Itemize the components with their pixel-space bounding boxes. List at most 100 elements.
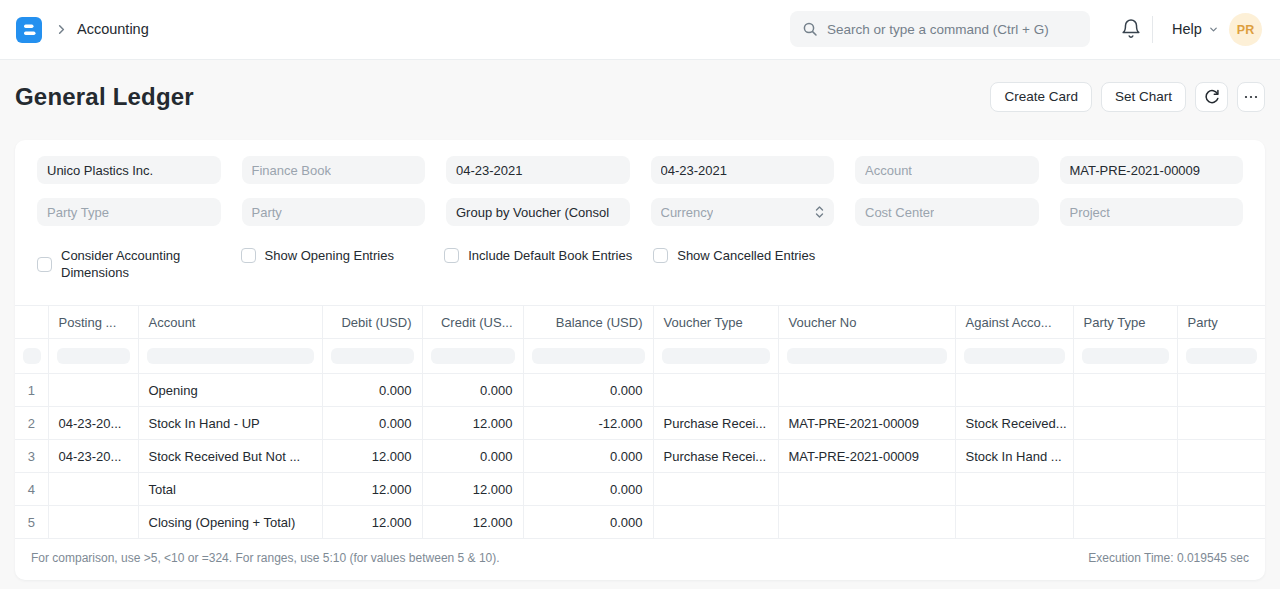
cell-account[interactable]: Total bbox=[138, 473, 322, 506]
col-header-debit[interactable]: Debit (USD) bbox=[322, 306, 422, 339]
column-filter-balance[interactable] bbox=[532, 348, 645, 364]
filter-to-date[interactable]: 04-23-2021 bbox=[651, 156, 835, 184]
cell-balance[interactable]: 0.000 bbox=[523, 374, 653, 407]
cell-party_type[interactable] bbox=[1073, 506, 1177, 539]
notifications-bell-icon[interactable] bbox=[1121, 18, 1141, 40]
cell-account[interactable]: Stock In Hand - UP bbox=[138, 407, 322, 440]
cell-party_type[interactable] bbox=[1073, 440, 1177, 473]
cell-voucher_no[interactable]: MAT-PRE-2021-00009 bbox=[778, 440, 955, 473]
cell-party[interactable] bbox=[1177, 374, 1265, 407]
menu-button[interactable] bbox=[1237, 82, 1265, 112]
cell-party_type[interactable] bbox=[1073, 374, 1177, 407]
column-filter-account[interactable] bbox=[147, 348, 314, 364]
col-header-voucher_no[interactable]: Voucher No bbox=[778, 306, 955, 339]
cell-voucher_type[interactable]: Purchase Recei... bbox=[653, 440, 778, 473]
cell-balance[interactable]: 0.000 bbox=[523, 440, 653, 473]
col-header-against_account[interactable]: Against Acco... bbox=[955, 306, 1073, 339]
cell-against_account[interactable]: Stock Received... bbox=[955, 407, 1073, 440]
filter-voucher-no[interactable]: MAT-PRE-2021-00009 bbox=[1060, 156, 1244, 184]
cell-debit[interactable]: 12.000 bbox=[322, 473, 422, 506]
checkbox-box[interactable] bbox=[241, 248, 256, 263]
cell-account[interactable]: Opening bbox=[138, 374, 322, 407]
cell-balance[interactable]: -12.000 bbox=[523, 407, 653, 440]
filter-group-by[interactable]: Group by Voucher (Consol bbox=[446, 198, 630, 226]
cell-party[interactable] bbox=[1177, 506, 1265, 539]
cell-voucher_type[interactable] bbox=[653, 473, 778, 506]
filter-currency[interactable]: Currency bbox=[651, 198, 835, 226]
refresh-button[interactable] bbox=[1195, 82, 1228, 112]
help-menu[interactable]: Help bbox=[1172, 0, 1219, 58]
cell-against_account[interactable] bbox=[955, 506, 1073, 539]
cell-party_type[interactable] bbox=[1073, 473, 1177, 506]
col-header-posting_date[interactable]: Posting ... bbox=[48, 306, 138, 339]
cell-voucher_type[interactable]: Purchase Recei... bbox=[653, 407, 778, 440]
col-header-balance[interactable]: Balance (USD) bbox=[523, 306, 653, 339]
cell-debit[interactable]: 12.000 bbox=[322, 506, 422, 539]
col-header-party[interactable]: Party bbox=[1177, 306, 1265, 339]
create-card-button[interactable]: Create Card bbox=[990, 82, 1092, 112]
filter-project[interactable]: Project bbox=[1060, 198, 1244, 226]
column-filter-credit[interactable] bbox=[431, 348, 515, 364]
col-header-account[interactable]: Account bbox=[138, 306, 322, 339]
filter-cost-center[interactable]: Cost Center bbox=[855, 198, 1039, 226]
column-filter-against_account[interactable] bbox=[964, 348, 1065, 364]
cell-credit[interactable]: 12.000 bbox=[422, 506, 523, 539]
col-header-credit[interactable]: Credit (US... bbox=[422, 306, 523, 339]
column-filter-debit[interactable] bbox=[331, 348, 414, 364]
set-chart-button[interactable]: Set Chart bbox=[1101, 82, 1186, 112]
cell-voucher_type[interactable] bbox=[653, 374, 778, 407]
column-filter-party[interactable] bbox=[1186, 348, 1258, 364]
checkbox-show-opening-entries[interactable]: Show Opening Entries bbox=[241, 247, 424, 264]
cell-voucher_type[interactable] bbox=[653, 506, 778, 539]
cell-debit[interactable]: 0.000 bbox=[322, 374, 422, 407]
cell-posting_date[interactable] bbox=[48, 506, 138, 539]
app-logo[interactable] bbox=[16, 17, 42, 43]
cell-voucher_no[interactable] bbox=[778, 374, 955, 407]
column-filter-party_type[interactable] bbox=[1082, 348, 1169, 364]
cell-party_type[interactable] bbox=[1073, 407, 1177, 440]
cell-voucher_no[interactable] bbox=[778, 506, 955, 539]
column-filter-index[interactable] bbox=[23, 348, 41, 364]
checkbox-show-cancelled-entries[interactable]: Show Cancelled Entries bbox=[653, 247, 836, 264]
cell-debit[interactable]: 12.000 bbox=[322, 440, 422, 473]
filter-finance-book[interactable]: Finance Book bbox=[242, 156, 426, 184]
cell-debit[interactable]: 0.000 bbox=[322, 407, 422, 440]
cell-party[interactable] bbox=[1177, 440, 1265, 473]
checkbox-box[interactable] bbox=[37, 257, 52, 272]
cell-posting_date[interactable]: 04-23-20... bbox=[48, 440, 138, 473]
column-filter-voucher_type[interactable] bbox=[662, 348, 770, 364]
cell-credit[interactable]: 12.000 bbox=[422, 473, 523, 506]
col-header-voucher_type[interactable]: Voucher Type bbox=[653, 306, 778, 339]
checkbox-include-default-book-entries[interactable]: Include Default Book Entries bbox=[444, 247, 632, 264]
cell-against_account[interactable] bbox=[955, 374, 1073, 407]
checkbox-box[interactable] bbox=[653, 248, 668, 263]
filter-party[interactable]: Party bbox=[242, 198, 426, 226]
avatar[interactable]: PR bbox=[1229, 13, 1262, 46]
cell-posting_date[interactable]: 04-23-20... bbox=[48, 407, 138, 440]
cell-credit[interactable]: 0.000 bbox=[422, 440, 523, 473]
cell-posting_date[interactable] bbox=[48, 473, 138, 506]
cell-voucher_no[interactable] bbox=[778, 473, 955, 506]
cell-credit[interactable]: 0.000 bbox=[422, 374, 523, 407]
checkbox-consider-accounting-dimensions[interactable]: Consider Accounting Dimensions bbox=[37, 247, 220, 281]
cell-account[interactable]: Stock Received But Not ... bbox=[138, 440, 322, 473]
search-input[interactable]: Search or type a command (Ctrl + G) bbox=[790, 11, 1090, 47]
filter-from-date[interactable]: 04-23-2021 bbox=[446, 156, 630, 184]
cell-party[interactable] bbox=[1177, 407, 1265, 440]
cell-account[interactable]: Closing (Opening + Total) bbox=[138, 506, 322, 539]
filter-company[interactable]: Unico Plastics Inc. bbox=[37, 156, 221, 184]
cell-voucher_no[interactable]: MAT-PRE-2021-00009 bbox=[778, 407, 955, 440]
cell-party[interactable] bbox=[1177, 473, 1265, 506]
cell-credit[interactable]: 12.000 bbox=[422, 407, 523, 440]
column-filter-posting_date[interactable] bbox=[57, 348, 130, 364]
breadcrumb[interactable]: Accounting bbox=[77, 0, 149, 58]
cell-balance[interactable]: 0.000 bbox=[523, 473, 653, 506]
cell-against_account[interactable] bbox=[955, 473, 1073, 506]
checkbox-box[interactable] bbox=[444, 248, 459, 263]
col-header-party_type[interactable]: Party Type bbox=[1073, 306, 1177, 339]
cell-posting_date[interactable] bbox=[48, 374, 138, 407]
cell-balance[interactable]: 0.000 bbox=[523, 506, 653, 539]
cell-against_account[interactable]: Stock In Hand ... bbox=[955, 440, 1073, 473]
filter-party-type[interactable]: Party Type bbox=[37, 198, 221, 226]
filter-account[interactable]: Account bbox=[855, 156, 1039, 184]
